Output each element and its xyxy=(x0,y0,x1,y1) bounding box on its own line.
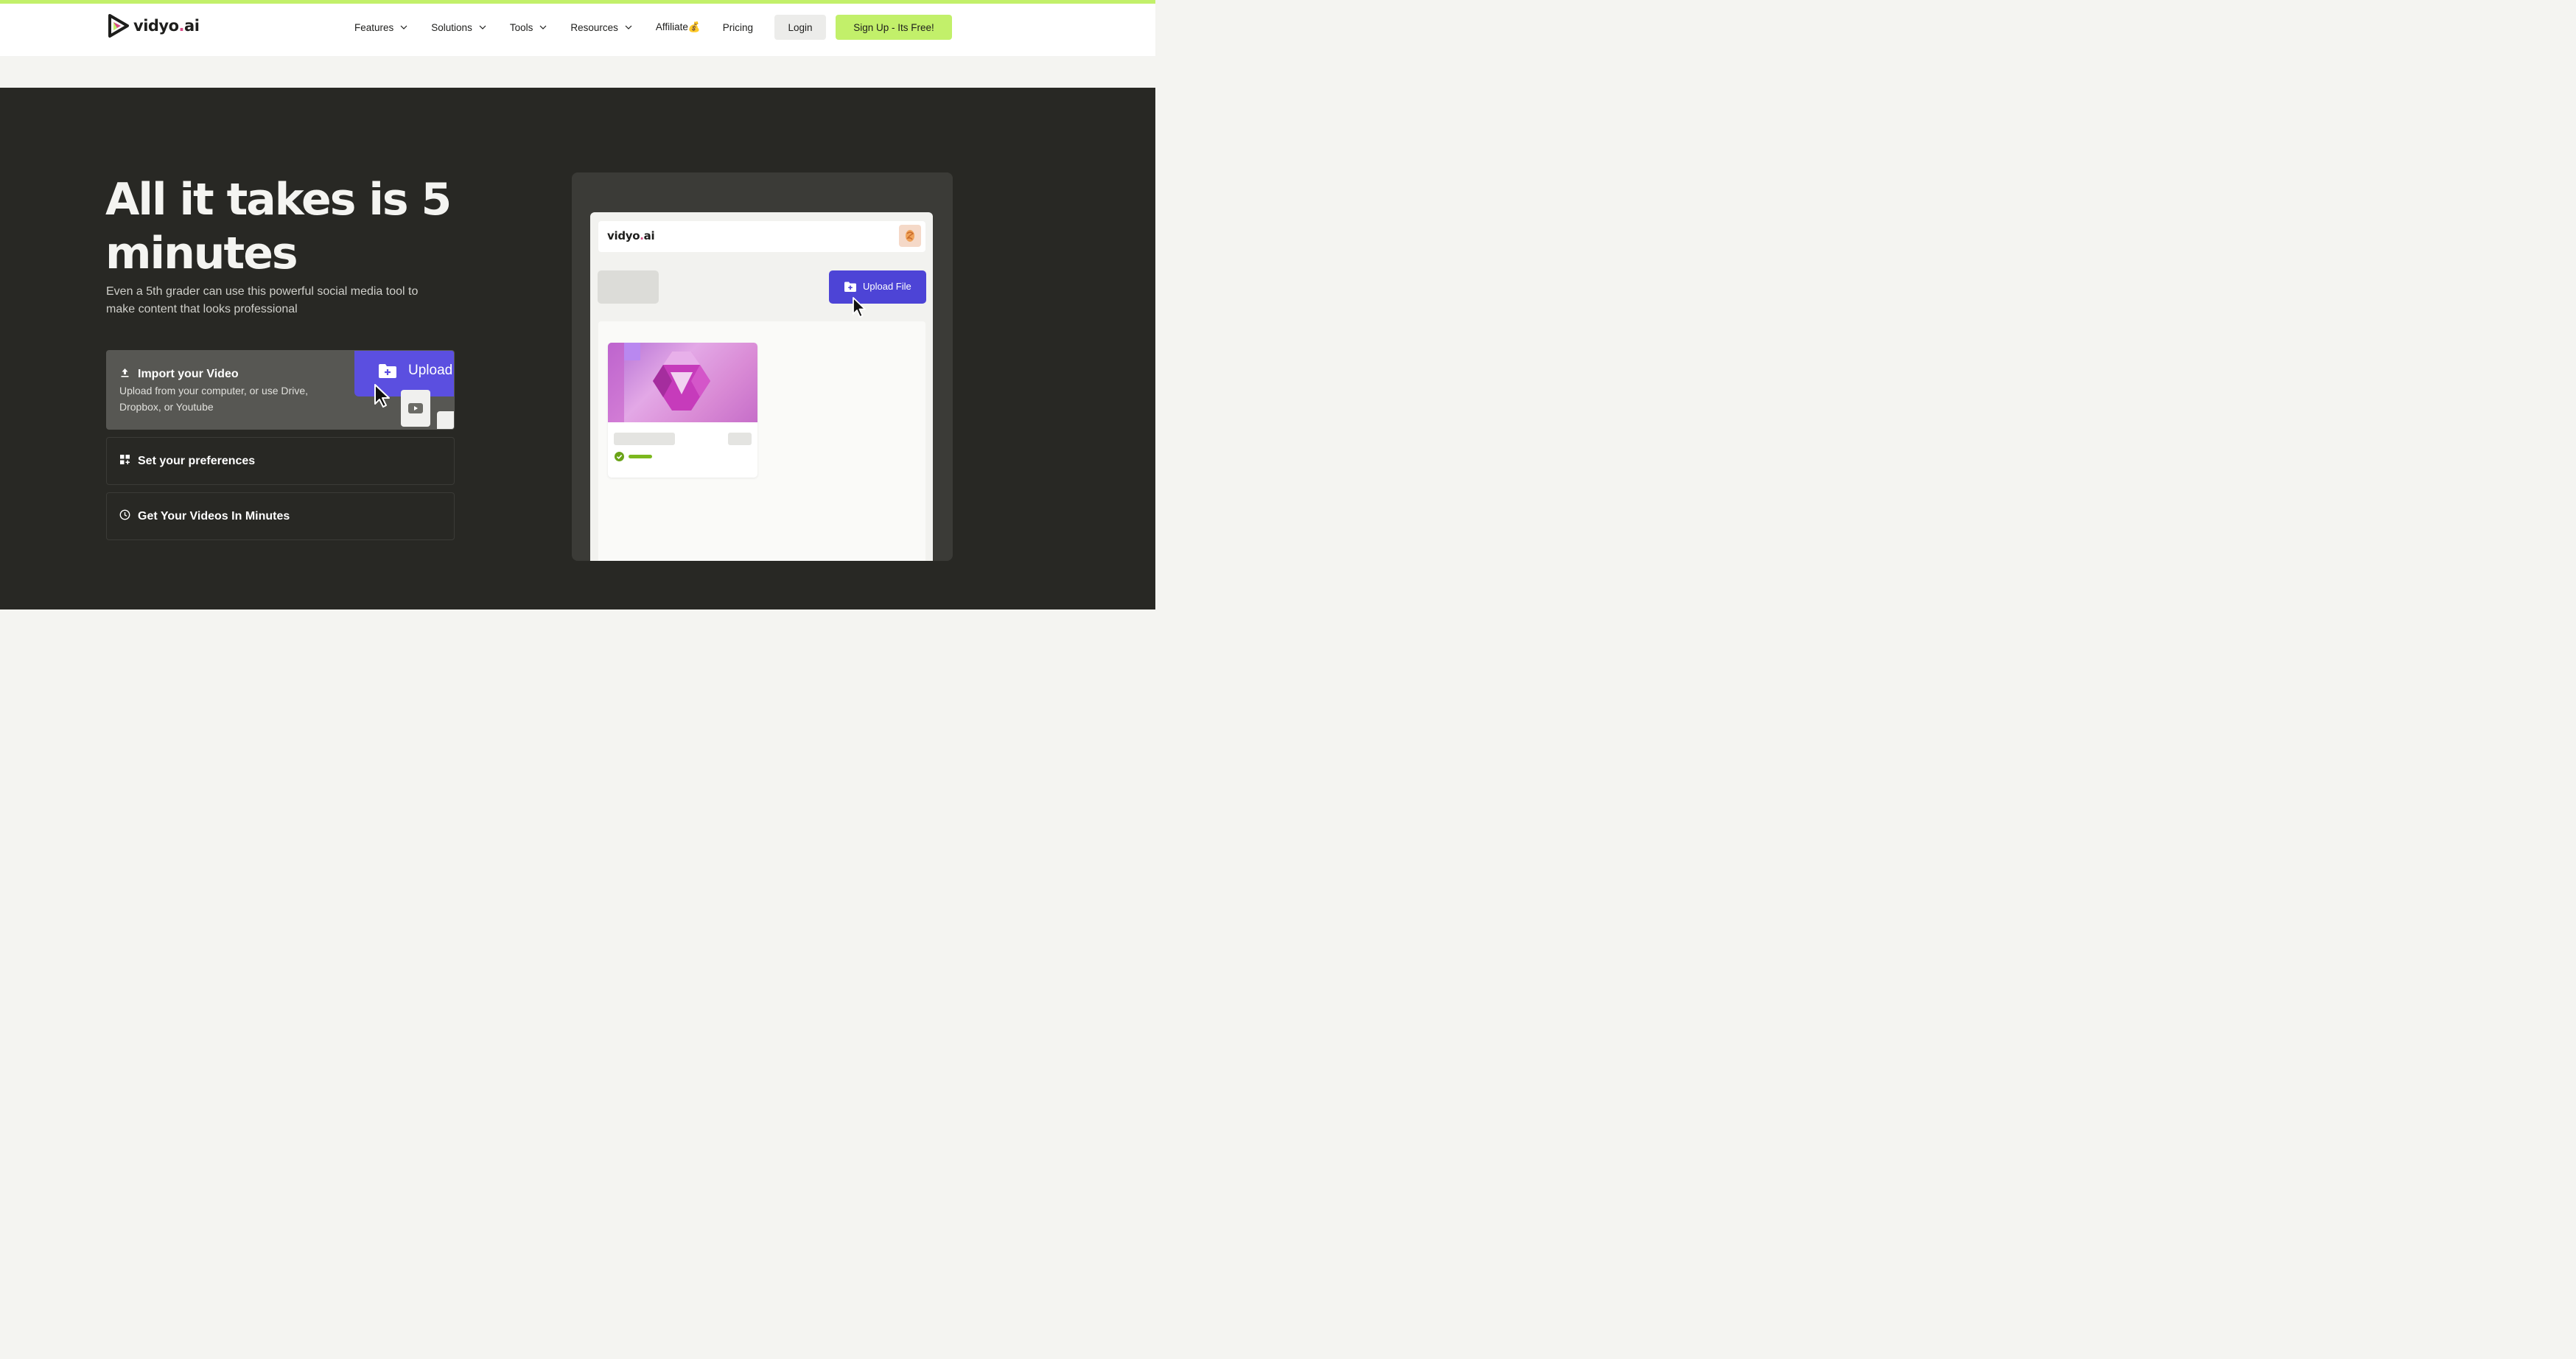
nav-item-label: Affiliate💰 xyxy=(655,21,701,32)
step-title: Import your Video xyxy=(138,368,239,380)
nav-item-label: Tools xyxy=(509,21,533,33)
main-nav: Features Solutions Tools Resources Affil… xyxy=(354,21,775,33)
mockup-logo: vidyo.ai xyxy=(607,229,655,242)
nav-item-label: Features xyxy=(354,21,394,33)
nav-item-label: Resources xyxy=(570,21,618,33)
mouse-cursor-icon xyxy=(853,297,866,318)
chevron-down-icon xyxy=(625,25,632,29)
upload-file-button[interactable]: Upload File xyxy=(829,270,926,304)
video-title-placeholder xyxy=(614,433,675,445)
step-description: Upload from your computer, or use Drive,… xyxy=(119,385,308,413)
user-avatar-icon xyxy=(906,230,914,242)
brand-wordmark: vidyo.ai xyxy=(133,17,200,35)
video-card[interactable] xyxy=(608,343,757,478)
upload-preview: Upload xyxy=(354,351,454,429)
step-title: Get Your Videos In Minutes xyxy=(138,510,290,523)
nav-item-label: Pricing xyxy=(722,21,753,33)
product-mockup: vidyo.ai Upload File xyxy=(572,172,953,561)
chevron-down-icon xyxy=(400,25,407,29)
nav-item-affiliate[interactable]: Affiliate💰 xyxy=(656,21,701,33)
upload-preview-label: Upload xyxy=(408,363,453,378)
nav-item-resources[interactable]: Resources xyxy=(570,22,633,33)
clock-icon xyxy=(119,509,130,520)
hero-headline: All it takes is 5 minutes xyxy=(105,174,452,279)
signup-button[interactable]: Sign Up - Its Free! xyxy=(836,15,952,40)
check-circle-icon xyxy=(615,452,624,461)
mockup-placeholder-button xyxy=(598,270,659,304)
grid-icon xyxy=(120,455,130,464)
folder-plus-icon xyxy=(379,364,396,378)
nav-item-features[interactable]: Features xyxy=(354,22,408,33)
video-meta-placeholder xyxy=(728,433,752,445)
avatar xyxy=(899,225,921,247)
play-icon xyxy=(408,403,423,413)
nav-item-solutions[interactable]: Solutions xyxy=(431,22,487,33)
site-header: vidyo.ai Features Solutions Tools Resour… xyxy=(0,4,1155,56)
brand-logo[interactable]: vidyo.ai xyxy=(105,13,200,39)
step-import-video[interactable]: Import your Video Upload from your compu… xyxy=(106,350,455,430)
upload-icon xyxy=(121,368,129,377)
chevron-down-icon xyxy=(479,25,486,29)
nav-item-tools[interactable]: Tools xyxy=(510,22,548,33)
video-thumbnail xyxy=(608,343,757,422)
play-logo-icon xyxy=(108,14,129,38)
step-get-videos[interactable]: Get Your Videos In Minutes xyxy=(106,492,455,540)
step-title: Set your preferences xyxy=(138,455,256,467)
upload-file-label: Upload File xyxy=(863,281,911,292)
video-file-card xyxy=(437,411,454,429)
mockup-content-area xyxy=(598,321,925,561)
folder-plus-icon xyxy=(844,282,856,292)
nav-item-label: Solutions xyxy=(431,21,472,33)
login-button[interactable]: Login xyxy=(774,15,826,40)
mockup-topbar: vidyo.ai xyxy=(598,221,925,252)
header-spacer-band xyxy=(0,56,1155,88)
hero-subtext: Even a 5th grader can use this powerful … xyxy=(106,285,419,315)
chevron-down-icon xyxy=(539,25,547,29)
step-set-preferences[interactable]: Set your preferences xyxy=(106,437,455,485)
3d-logo-icon xyxy=(653,352,710,411)
progress-bar xyxy=(629,455,652,458)
mockup-app-window: vidyo.ai Upload File xyxy=(590,212,933,561)
nav-item-pricing[interactable]: Pricing xyxy=(723,22,753,33)
video-file-card xyxy=(401,390,430,427)
mouse-cursor-icon xyxy=(374,384,390,408)
